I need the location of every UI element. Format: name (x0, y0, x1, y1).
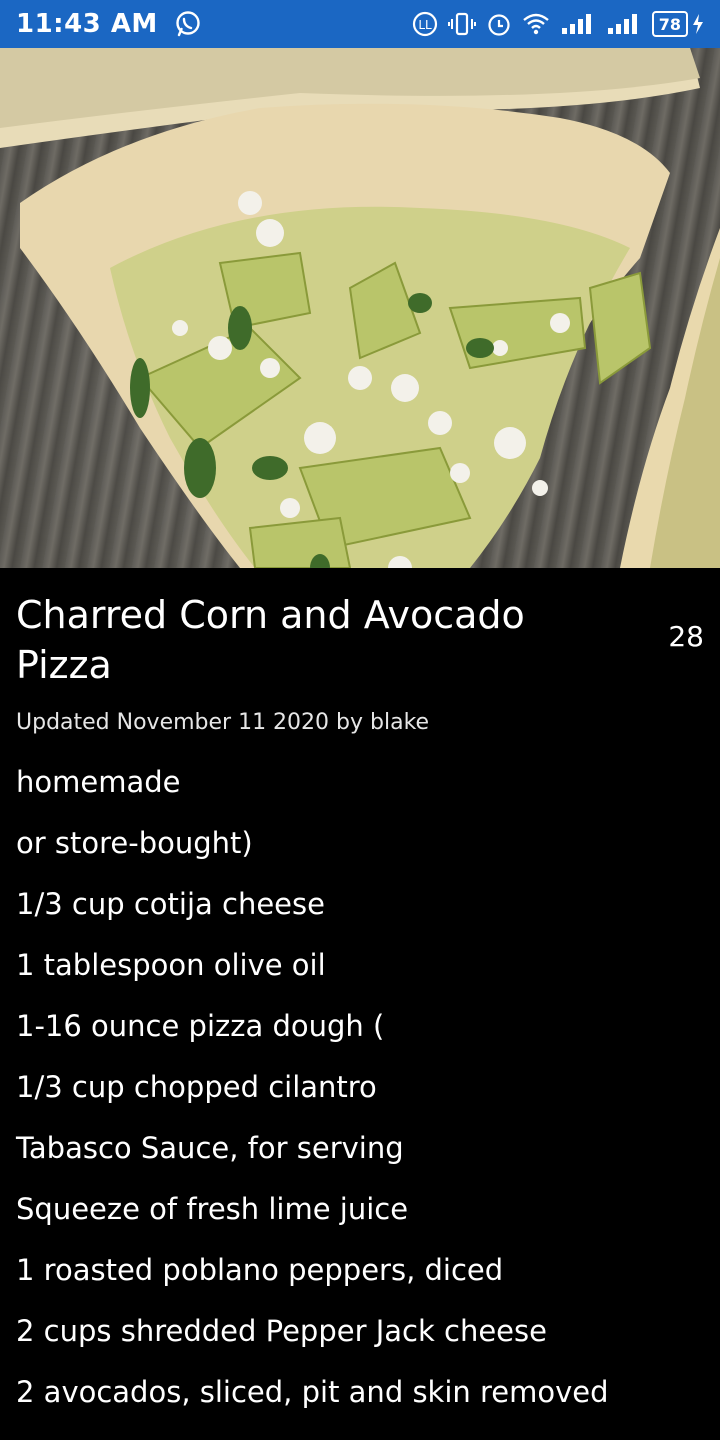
battery-indicator: 78 (651, 11, 704, 37)
ingredient-item: 1/3 cup chopped cilantro (16, 1070, 377, 1104)
ingredient-item: 1/3 cup cotija cheese (16, 887, 325, 921)
battery-level: 78 (651, 11, 688, 37)
ingredient-item: 1 tablespoon olive oil (16, 948, 326, 982)
clock: 11:43 AM (16, 9, 158, 39)
ingredient-item: 1 roasted poblano peppers, diced (16, 1253, 504, 1287)
recipe-updated: Updated November 11 2020 by blake (16, 710, 430, 735)
ingredient-item: 2 avocados, sliced, pit and skin removed (16, 1375, 609, 1409)
vibrate-icon (447, 11, 476, 37)
recipe-title: Charred Corn and Avocado Pizza (16, 593, 525, 687)
signal-icon (560, 12, 596, 36)
ingredient-item: Squeeze of fresh lime juice (16, 1192, 409, 1226)
wifi-icon (522, 12, 550, 36)
ingredient-list: homemade or store-bought) 1/3 cup cotija… (16, 762, 609, 1433)
ingredient-item: 1-16 ounce pizza dough ( (16, 1009, 385, 1043)
volte-icon: LL (412, 11, 438, 37)
recipe-count: 28 (668, 620, 704, 653)
ingredient-item: 2 cups shredded Pepper Jack cheese (16, 1314, 547, 1348)
pizza-illustration (0, 48, 720, 568)
whatsapp-icon (174, 10, 202, 38)
ingredient-item: homemade (16, 765, 181, 799)
charging-icon (692, 14, 704, 34)
signal-icon-2 (606, 12, 642, 36)
status-bar: 11:43 AM LL 78 (0, 0, 720, 48)
recipe-photo (0, 48, 720, 568)
alarm-icon (486, 11, 512, 37)
ingredient-item: or store-bought) (16, 826, 253, 860)
ingredient-item: Tabasco Sauce, for serving (16, 1131, 404, 1165)
svg-text:LL: LL (418, 18, 432, 32)
